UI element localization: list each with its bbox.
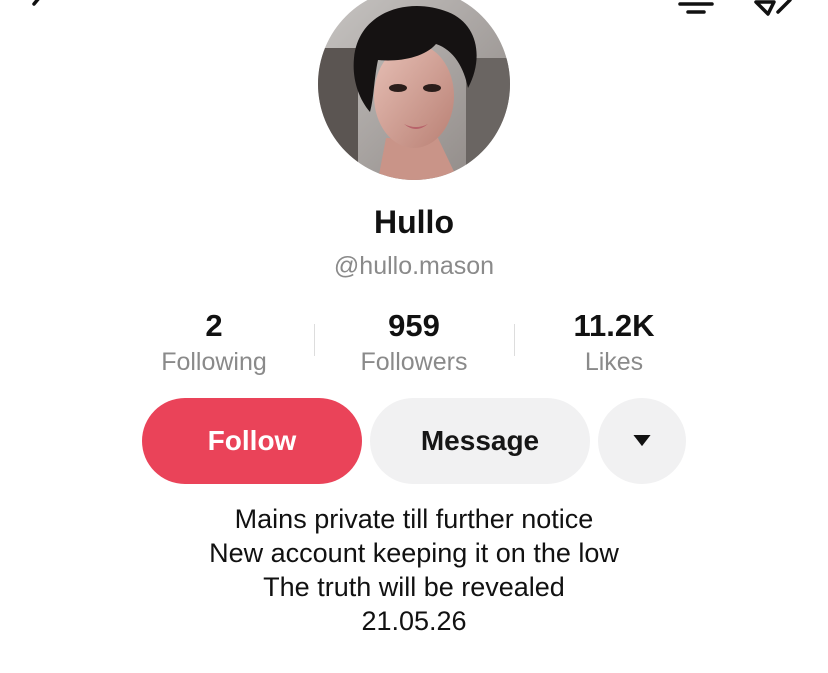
following-count: 2 xyxy=(205,308,223,343)
notification-bell-icon[interactable] xyxy=(670,0,722,18)
followers-count: 959 xyxy=(388,308,440,343)
follow-button[interactable]: Follow xyxy=(142,398,362,484)
profile-photo-icon xyxy=(318,0,510,180)
followers-stat[interactable]: 959 Followers xyxy=(314,306,514,386)
profile-bio: Mains private till further notice New ac… xyxy=(0,502,828,638)
display-name: Hullo xyxy=(374,204,454,240)
more-options-button[interactable] xyxy=(598,398,686,484)
username-handle: @hullo.mason xyxy=(333,252,495,280)
stat-divider xyxy=(514,324,515,356)
profile-stats: 2 Following 959 Followers 11.2K Likes xyxy=(114,306,714,386)
following-label: Following xyxy=(161,348,267,376)
back-chevron-icon[interactable] xyxy=(22,0,62,24)
bio-line: New account keeping it on the low xyxy=(209,538,619,568)
bio-line: 21.05.26 xyxy=(361,606,467,636)
bio-line: The truth will be revealed xyxy=(263,572,565,602)
following-stat[interactable]: 2 Following xyxy=(114,306,314,386)
message-button[interactable]: Message xyxy=(370,398,590,484)
avatar[interactable] xyxy=(318,0,510,180)
share-arrow-icon[interactable] xyxy=(748,0,802,18)
likes-stat[interactable]: 11.2K Likes xyxy=(514,306,714,386)
followers-label: Followers xyxy=(360,348,468,376)
likes-count: 11.2K xyxy=(573,308,655,343)
bio-line: Mains private till further notice xyxy=(234,504,594,534)
likes-label: Likes xyxy=(584,348,644,376)
caret-down-icon xyxy=(633,435,651,447)
stat-divider xyxy=(314,324,315,356)
